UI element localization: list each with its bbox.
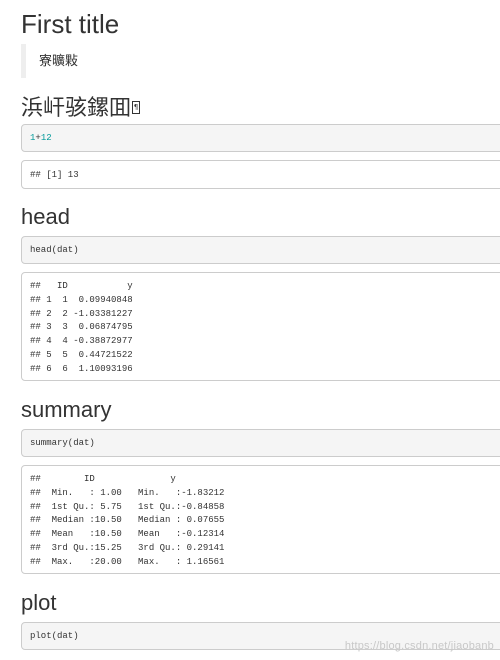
code-chunk-head: head(dat) — [21, 236, 500, 264]
code-line: head(dat) — [30, 245, 79, 255]
code-chunk-summary: summary(dat) — [21, 429, 500, 457]
output-chunk-summary: ## ID y ## Min. : 1.00 Min. :-1.83212 ##… — [21, 465, 500, 574]
output-line: ## 5 5 0.44721522 — [30, 349, 133, 360]
summary-heading: summary — [21, 397, 112, 422]
second-title-heading: 浜屽骇鏍囬 ¶ — [21, 90, 141, 122]
output-line: ## ID y — [30, 474, 176, 484]
output-line: ## 1st Qu.: 5.75 1st Qu.:-0.84858 — [30, 501, 225, 512]
plot-heading: plot — [21, 590, 57, 615]
output-line: ## Mean :10.50 Mean :-0.12314 — [30, 529, 225, 540]
code-chunk-add: 1+12 — [21, 124, 500, 152]
code-line: 1+12 — [30, 132, 500, 146]
code-line: summary(dat) — [30, 438, 95, 448]
output-line: ## 4 4 -0.38872977 — [30, 336, 133, 347]
output-line: ## Min. : 1.00 Min. :-1.83212 — [30, 487, 225, 498]
output-chunk-head: ## ID y ## 1 1 0.09940848 ## 2 2 -1.0338… — [21, 272, 500, 381]
code-number: 12 — [40, 133, 52, 143]
output-line: ## 1 1 0.09940848 — [30, 294, 133, 305]
output-line: ## 2 2 -1.03381227 — [30, 308, 133, 319]
output-line: ## 6 6 1.10093196 — [30, 363, 133, 374]
output-line: ## [1] 13 — [30, 170, 79, 180]
output-chunk-add: ## [1] 13 — [21, 160, 500, 189]
paragraph-mark-icon: ¶ — [132, 101, 141, 114]
output-line: ## ID y — [30, 281, 133, 291]
output-line: ## Max. :20.00 Max. : 1.16561 — [30, 556, 225, 567]
output-line: ## 3rd Qu.:15.25 3rd Qu.: 0.29141 — [30, 542, 225, 553]
document-page: First title 寮曠敤 浜屽骇鏍囬 ¶ 1+12 ## [1] 13 he… — [0, 0, 500, 660]
second-title-text: 浜屽骇鏍囬 — [21, 95, 132, 120]
blockquote: 寮曠敤 — [21, 44, 500, 78]
output-line: ## Median :10.50 Median : 0.07655 — [30, 515, 225, 526]
output-line: ## 3 3 0.06874795 — [30, 322, 133, 333]
watermark: https://blog.csdn.net/jiaobanb — [344, 640, 494, 652]
head-heading: head — [21, 204, 70, 229]
first-title-heading: First title — [21, 9, 120, 39]
